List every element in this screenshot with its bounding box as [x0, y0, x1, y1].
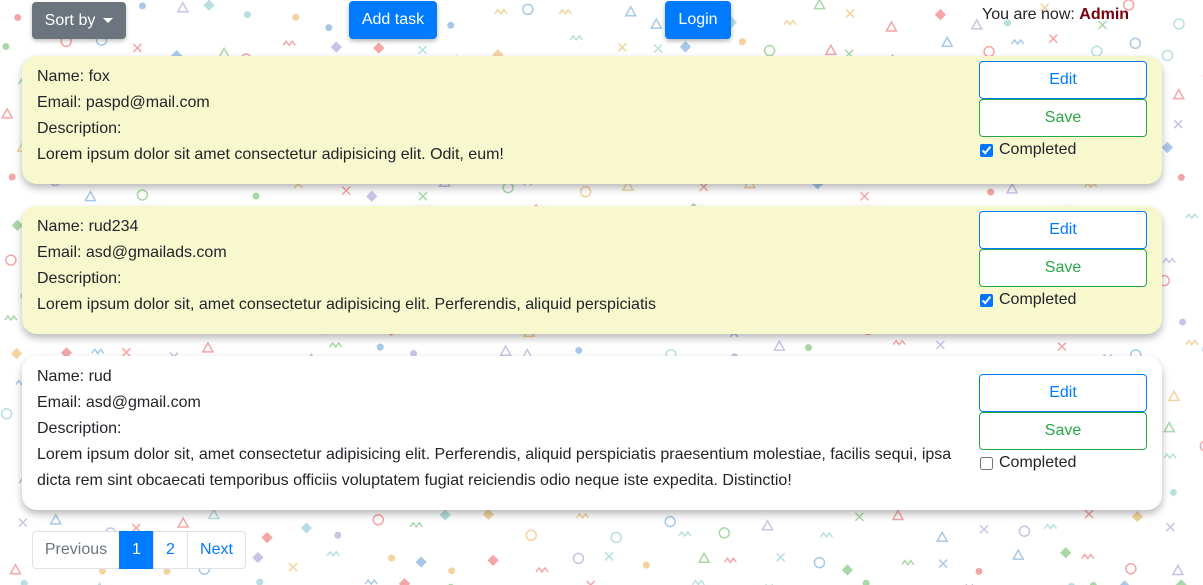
pagination-previous[interactable]: Previous: [32, 531, 120, 569]
add-task-button[interactable]: Add task: [349, 1, 437, 39]
completed-checkbox[interactable]: [980, 293, 993, 307]
completed-label: Completed: [999, 454, 1077, 471]
pagination: Previous 1 2 Next: [32, 531, 246, 569]
status-prefix: You are now:: [982, 6, 1075, 23]
task-card: Name: rud Email: asd@gmail.com Descripti…: [22, 356, 1162, 510]
completed-checkbox[interactable]: [980, 456, 993, 470]
completed-checkbox[interactable]: [980, 143, 993, 157]
completed-toggle[interactable]: Completed: [979, 454, 1147, 472]
completed-label: Completed: [999, 141, 1077, 158]
edit-button[interactable]: Edit: [979, 374, 1147, 412]
task-card: Name: fox Email: paspd@mail.com Descript…: [22, 56, 1162, 184]
pagination-next[interactable]: Next: [187, 531, 246, 569]
task-description: Lorem ipsum dolor sit, amet consectetur …: [37, 296, 656, 313]
completed-toggle[interactable]: Completed: [979, 291, 1147, 309]
sort-by-label: Sort by: [44, 11, 96, 29]
save-button[interactable]: Save: [979, 412, 1147, 450]
task-description: Lorem ipsum dolor sit amet consectetur a…: [37, 146, 504, 163]
save-button[interactable]: Save: [979, 249, 1147, 287]
completed-label: Completed: [999, 291, 1077, 308]
pagination-page-1[interactable]: 1: [119, 531, 154, 569]
save-button[interactable]: Save: [979, 99, 1147, 137]
current-user-name: Admin: [1079, 6, 1130, 23]
completed-toggle[interactable]: Completed: [979, 141, 1147, 159]
task-card: Name: rud234 Email: asd@gmailads.com Des…: [22, 206, 1162, 334]
task-description: Lorem ipsum dolor sit, amet consectetur …: [37, 446, 952, 489]
edit-button[interactable]: Edit: [979, 61, 1147, 99]
sort-by-dropdown[interactable]: Sort by: [32, 2, 126, 39]
edit-button[interactable]: Edit: [979, 211, 1147, 249]
login-button[interactable]: Login: [665, 1, 731, 39]
current-user-status: You are now: Admin: [982, 6, 1129, 24]
pagination-page-2[interactable]: 2: [153, 531, 188, 569]
chevron-down-icon: [103, 18, 114, 23]
